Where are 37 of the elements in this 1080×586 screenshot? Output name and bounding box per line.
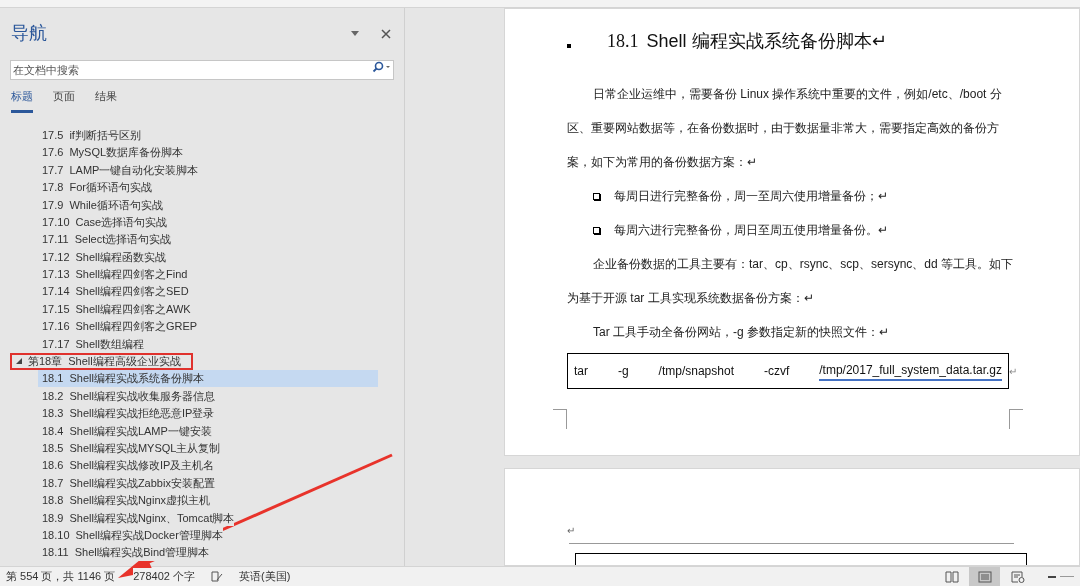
word-count[interactable]: 278402 个字 [133, 568, 195, 585]
crop-mark [553, 409, 567, 429]
code-token: -g [617, 363, 629, 380]
paragraph-mark: ↵ [567, 525, 575, 536]
checkbox-bullet-icon [593, 226, 600, 234]
expanded-triangle-icon[interactable] [16, 358, 22, 365]
book-icon [944, 570, 959, 583]
page-lines-icon [977, 570, 992, 583]
checkbox-bullet-icon [593, 192, 600, 200]
heading-number: 18.1 [607, 29, 639, 53]
code-token: /tmp/snapshot [658, 363, 734, 380]
pane-tab[interactable]: 页面 [53, 88, 75, 113]
zoom-out-icon[interactable] [1048, 574, 1056, 579]
body-paragraph: 企业备份数据的工具主要有：tar、cp、rsync、scp、sersync、dd 等工具。如下为基于开源 tar 工具实现系统数据备份方案：↵ [567, 256, 1015, 307]
page-count[interactable]: 第 554 页，共 1146 页 [6, 568, 116, 585]
language-status[interactable]: 英语(美国) [239, 568, 291, 585]
pane-title: 导航 [11, 22, 47, 45]
proofing-icon[interactable] [211, 571, 223, 582]
web-page-icon [1010, 570, 1025, 583]
close-icon[interactable] [381, 28, 391, 39]
dropdown-caret-icon[interactable] [351, 31, 359, 36]
pane-tab[interactable]: 结果 [95, 88, 117, 113]
code-token: tar [574, 363, 588, 380]
body-paragraph: 日常企业运维中，需要备份 Linux 操作系统中重要的文件，例如/etc、/boot 分区、重要网站数据等，在备份数据时，由于数据量非常大，需要指定高效的备份方案，如下为常用的备份数据方案：↵ [567, 86, 1003, 171]
crop-mark [1009, 409, 1023, 429]
search-icon[interactable] [372, 61, 390, 73]
paragraph-mark: ↵ [1009, 364, 1017, 379]
body-paragraph: Tar 工具手动全备份网站，-g 参数指定新的快照文件：↵ [592, 324, 890, 341]
bullet-text: 每周日进行完整备份，周一至周六使用增量备份；↵ [614, 188, 888, 205]
selected-heading-item[interactable]: 18.1 Shell编程实战系统备份脚本 [38, 370, 378, 388]
code-token: -czvf [763, 363, 790, 380]
pane-tab[interactable]: 标题 [11, 88, 33, 113]
heading-item[interactable]: 第18章 Shell编程高级企业实战 [10, 352, 193, 370]
search-field[interactable]: 在文档中搜索 [10, 60, 394, 80]
section-heading: Shell 编程实战系统备份脚本↵ [646, 29, 887, 53]
bullet-text: 每周六进行完整备份，周日至周五使用增量备份。↵ [614, 222, 888, 239]
code-token: /tmp/2017_full_system_data.tar.gz [819, 361, 1002, 381]
